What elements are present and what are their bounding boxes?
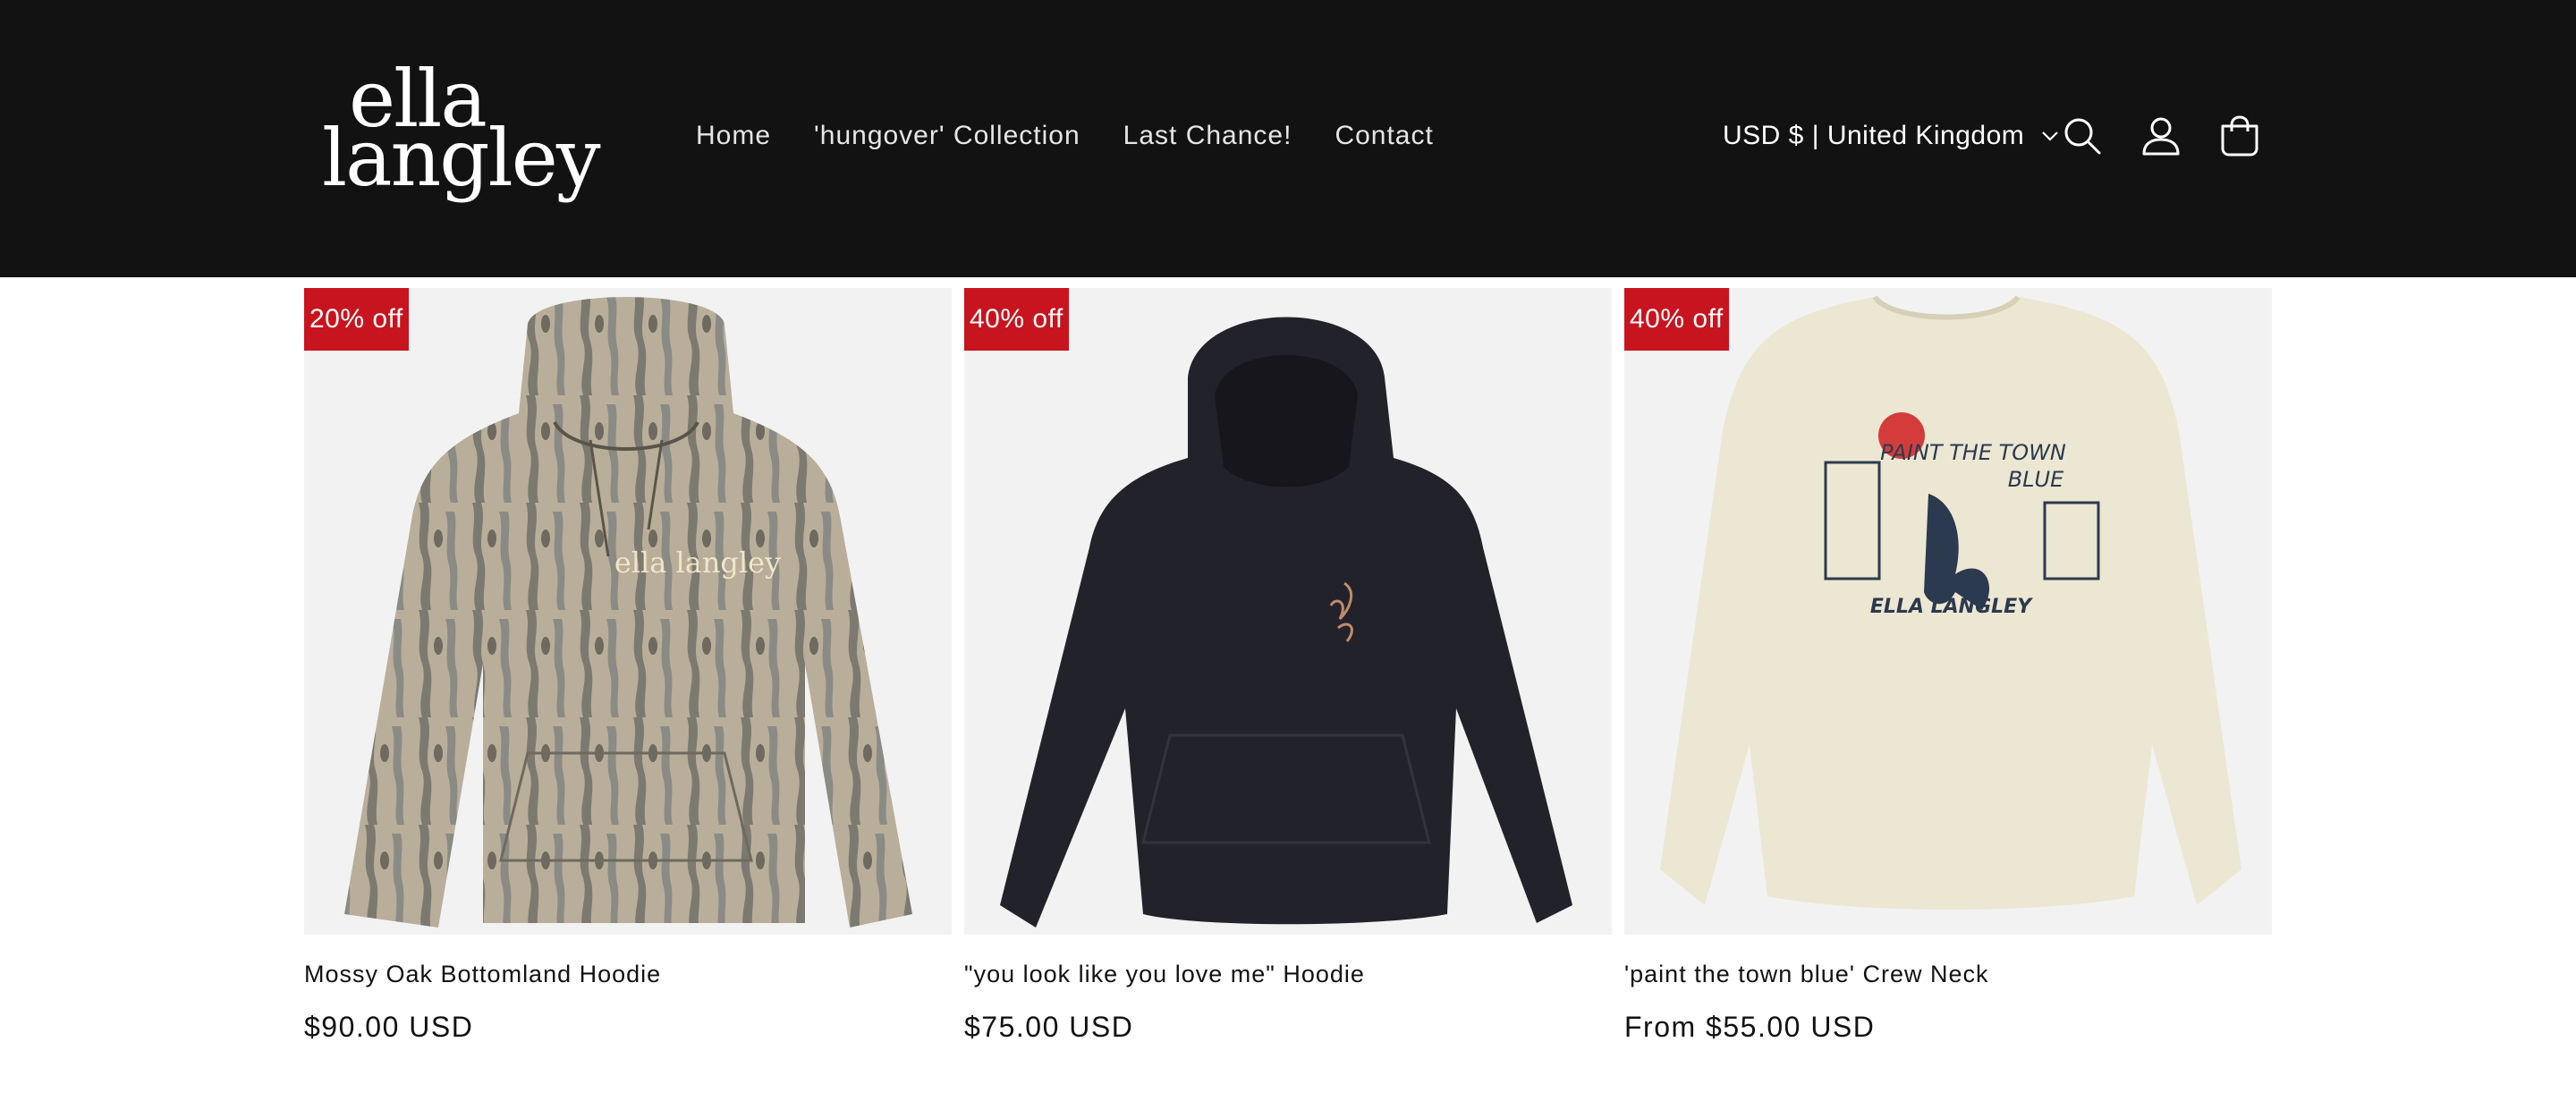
logo-line-2: langley: [322, 112, 601, 204]
cart-icon: [2221, 115, 2258, 157]
product-card[interactable]: PAINT THE TOWN BLUE ELLA LANGLEY 40% off…: [1624, 288, 2272, 1043]
account-icon: [2142, 117, 2180, 156]
garment-print-top: PAINT THE TOWN: [1880, 440, 2066, 465]
cart-button[interactable]: [2213, 109, 2267, 163]
product-title[interactable]: "you look like you love me" Hoodie: [964, 961, 1365, 988]
camo-hoodie-image: ella langley: [344, 297, 912, 928]
product-image[interactable]: 40% off: [964, 288, 1612, 935]
product-price: $75.00 USD: [964, 1011, 1134, 1043]
product-title[interactable]: Mossy Oak Bottomland Hoodie: [304, 961, 661, 988]
main-nav: Home 'hungover' Collection Last Chance! …: [696, 114, 1434, 157]
discount-badge: 40% off: [1624, 288, 1729, 351]
country-selector[interactable]: USD $ | United Kingdom: [1723, 114, 2060, 157]
nav-home[interactable]: Home: [696, 114, 771, 157]
garment-print-mid: BLUE: [2008, 467, 2064, 492]
nav-last-chance[interactable]: Last Chance!: [1123, 114, 1292, 157]
nav-hungover-collection[interactable]: 'hungover' Collection: [814, 114, 1080, 157]
nav-contact[interactable]: Contact: [1335, 114, 1433, 157]
country-selector-label: USD $ | United Kingdom: [1723, 121, 2025, 150]
site-header: ella langley Home 'hungover' Collection …: [0, 0, 2576, 277]
account-button[interactable]: [2134, 109, 2188, 163]
garment-print-bottom: ELLA LANGLEY: [1870, 596, 2033, 618]
discount-badge: 20% off: [304, 288, 409, 351]
product-image[interactable]: PAINT THE TOWN BLUE ELLA LANGLEY 40% off: [1624, 288, 2272, 935]
search-icon: [2064, 118, 2101, 155]
product-image[interactable]: ella langley 20% off: [304, 288, 952, 935]
product-price: $90.00 USD: [304, 1011, 474, 1043]
crewneck-image: PAINT THE TOWN BLUE ELLA LANGLEY: [1660, 295, 2241, 910]
product-card[interactable]: ella langley 20% off Mossy Oak Bottomlan…: [304, 288, 952, 1043]
product-price: From $55.00 USD: [1624, 1011, 1876, 1043]
search-button[interactable]: [2055, 109, 2109, 163]
product-title[interactable]: 'paint the town blue' Crew Neck: [1624, 961, 1989, 988]
discount-badge: 40% off: [964, 288, 1069, 351]
site-logo[interactable]: ella langley: [322, 60, 608, 213]
black-hoodie-image: [1000, 317, 1572, 928]
garment-print: ella langley: [614, 546, 781, 580]
product-card[interactable]: 40% off "you look like you love me" Hood…: [964, 288, 1612, 1043]
